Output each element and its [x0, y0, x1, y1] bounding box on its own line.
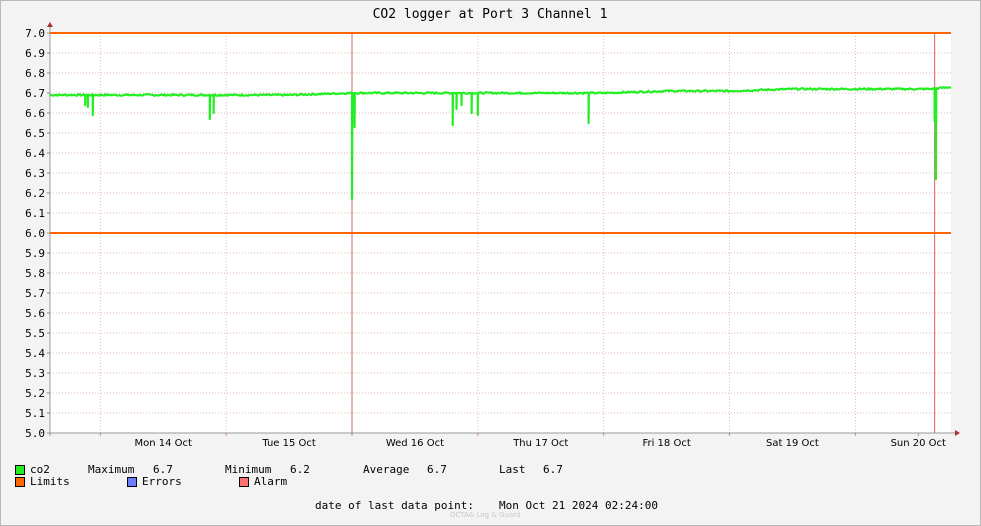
co2-chart: 5.0 5.1 5.2 5.3 5.4 5.5 5.6 5.7 5.8 5.9 6.0 6.1 6.2 6…	[25, 7, 960, 449]
average-value: 6.7	[427, 463, 447, 476]
x-axis-arrow	[955, 430, 960, 436]
y-tick-label: 6.1	[25, 207, 45, 220]
y-tick-label: 5.7	[25, 287, 45, 300]
y-tick-label: 6.2	[25, 187, 45, 200]
maximum-label: Maximum	[88, 463, 135, 476]
last-label: Last	[499, 463, 526, 476]
minimum-value: 6.2	[290, 463, 310, 476]
x-tick-label: Sat 19 Oct	[766, 438, 819, 449]
y-tick-label: 6.9	[25, 47, 45, 60]
y-tick-label: 6.5	[25, 127, 45, 140]
y-tick-label: 6.7	[25, 87, 45, 100]
y-tick-label: 5.3	[25, 367, 45, 380]
y-tick-label: 6.0	[25, 227, 45, 240]
x-tick-label: Wed 16 Oct	[386, 438, 444, 449]
y-tick-label: 6.4	[25, 147, 45, 160]
y-tick-label: 5.4	[25, 347, 45, 360]
x-tick-label: Thu 17 Oct	[512, 438, 568, 449]
y-tick-label: 6.6	[25, 107, 45, 120]
y-tick-label: 5.5	[25, 327, 45, 340]
errors-legend-label: Errors	[142, 475, 182, 488]
last-value: 6.7	[543, 463, 563, 476]
limits-legend-swatch	[15, 477, 25, 487]
y-tick-label: 6.3	[25, 167, 45, 180]
y-axis-arrow	[47, 22, 53, 27]
alarm-legend-label: Alarm	[254, 475, 288, 488]
x-tick-label: Mon 14 Oct	[135, 438, 193, 449]
last-data-point-value: Mon Oct 21 2024 02:24:00	[499, 499, 658, 512]
y-tick-label: 5.0	[25, 427, 45, 440]
y-tick-label: 5.2	[25, 387, 45, 400]
average-label: Average	[363, 463, 410, 476]
y-tick-label: 5.9	[25, 247, 45, 260]
co2-legend-swatch	[15, 465, 25, 475]
chart-title: CO2 logger at Port 3 Channel 1	[373, 7, 608, 22]
y-tick-label: 5.1	[25, 407, 45, 420]
y-tick-label: 5.8	[25, 267, 45, 280]
limits-legend-label: Limits	[30, 475, 70, 488]
x-tick-label: Tue 15 Oct	[261, 438, 316, 449]
y-tick-label: 5.6	[25, 307, 45, 320]
watermark: OCTA& Log & Guard	[450, 511, 521, 519]
x-tick-label: Sun 20 Oct	[891, 438, 946, 449]
y-tick-label: 6.8	[25, 67, 45, 80]
alarm-legend-swatch	[239, 477, 249, 487]
errors-legend-swatch	[127, 477, 137, 487]
y-tick-label: 7.0	[25, 27, 45, 40]
x-tick-label: Fri 18 Oct	[642, 438, 690, 449]
